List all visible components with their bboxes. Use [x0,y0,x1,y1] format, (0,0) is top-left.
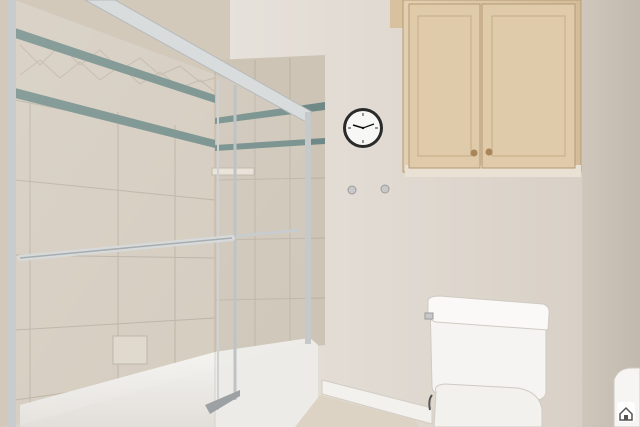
wall-clock [343,108,383,148]
cabinet-knob-right [485,148,493,156]
cabinet-knob-left [470,149,478,157]
bathroom-illustration [0,0,640,427]
right-wall [582,0,640,427]
cabinet-door-left [408,3,481,169]
cabinet-door-right [481,3,576,169]
bathroom-scene [0,0,640,427]
wall-cabinet [390,0,582,177]
toilet [424,295,550,427]
watermark-house-icon [617,402,635,422]
